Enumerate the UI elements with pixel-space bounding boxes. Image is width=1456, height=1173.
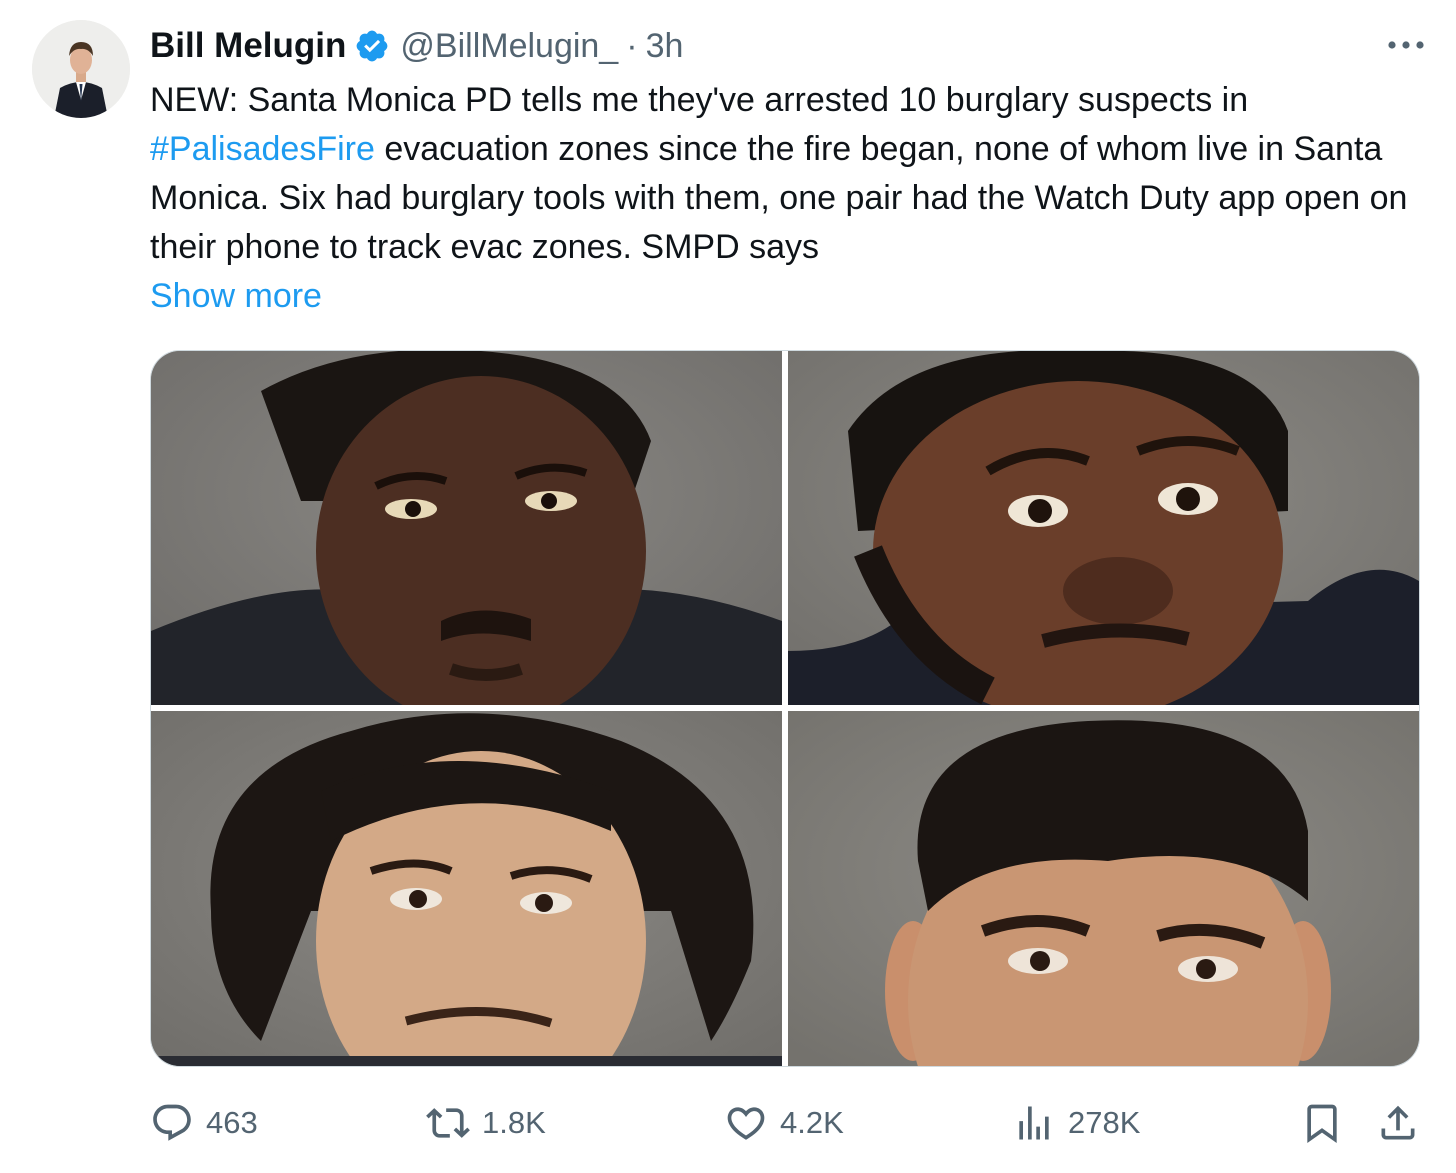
tweet-actions: 463 1.8K 4.2K 278K <box>150 1098 1430 1148</box>
hashtag-link[interactable]: #PalisadesFire <box>150 130 375 168</box>
avatar[interactable] <box>32 20 130 118</box>
photo-4[interactable] <box>788 711 1419 1066</box>
share-button[interactable] <box>1376 1098 1420 1148</box>
tweet-header: Bill Melugin @BillMelugin_ · 3h <box>150 24 683 68</box>
avatar-image <box>32 20 130 118</box>
tweet-text-part1: NEW: Santa Monica PD tells me they've ar… <box>150 81 1249 119</box>
bookmark-button[interactable] <box>1300 1098 1344 1148</box>
like-button[interactable]: 4.2K <box>724 1098 844 1148</box>
photo-1[interactable] <box>151 351 782 705</box>
reply-button[interactable]: 463 <box>150 1098 258 1148</box>
header-separator: · <box>626 26 638 65</box>
photo-2[interactable] <box>788 351 1419 705</box>
photo-3[interactable] <box>151 711 782 1066</box>
views-button[interactable]: 278K <box>1012 1098 1140 1148</box>
author-name[interactable]: Bill Melugin <box>150 26 346 66</box>
tweet-timestamp[interactable]: 3h <box>646 27 684 66</box>
reply-icon <box>153 1104 191 1141</box>
views-icon <box>1019 1106 1049 1140</box>
more-options-icon[interactable] <box>1384 30 1428 60</box>
repost-count: 1.8K <box>482 1105 546 1140</box>
media-grid <box>150 350 1420 1067</box>
show-more-link[interactable]: Show more <box>150 272 322 321</box>
reply-count: 463 <box>206 1105 258 1140</box>
share-icon <box>1381 1105 1415 1140</box>
heart-icon <box>727 1107 765 1140</box>
author-handle[interactable]: @BillMelugin_ <box>400 27 618 66</box>
tweet-text: NEW: Santa Monica PD tells me they've ar… <box>150 76 1430 272</box>
verified-badge-icon[interactable] <box>354 28 390 64</box>
repost-icon <box>426 1108 470 1138</box>
bookmark-icon <box>1307 1104 1337 1144</box>
repost-button[interactable]: 1.8K <box>426 1098 546 1148</box>
like-count: 4.2K <box>780 1105 844 1140</box>
view-count: 278K <box>1068 1105 1141 1140</box>
